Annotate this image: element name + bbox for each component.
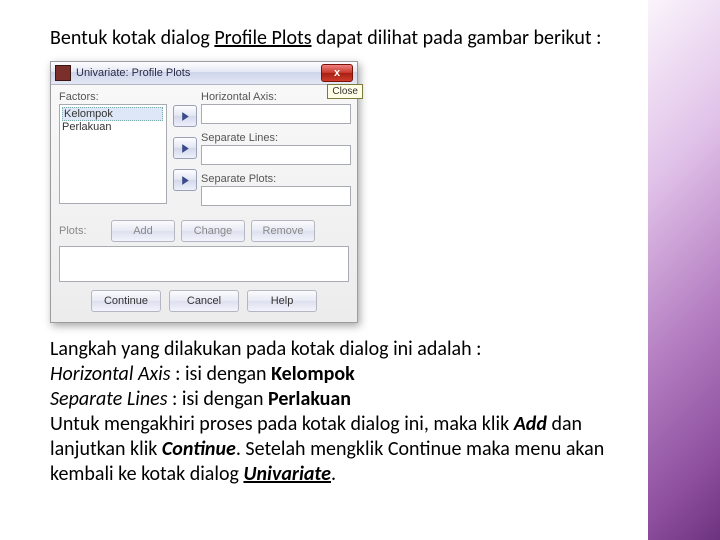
plots-listbox[interactable]	[59, 246, 349, 282]
line1: Langkah yang dilakukan pada kotak dialog…	[50, 337, 630, 362]
sl-text: : isi dengan	[167, 387, 268, 411]
add-button[interactable]: Add	[111, 220, 175, 242]
move-to-horizontal-button[interactable]	[173, 105, 197, 127]
dialog-body: Factors: Kelompok Perlakuan	[51, 85, 357, 322]
list-item[interactable]: Kelompok	[62, 107, 163, 121]
separate-plots-input[interactable]	[201, 186, 351, 206]
move-to-plots-button[interactable]	[173, 169, 197, 191]
intro-post: dapat dilihat pada gambar berikut :	[312, 26, 602, 50]
separate-lines-input[interactable]	[201, 145, 351, 165]
horizontal-axis-input[interactable]	[201, 104, 351, 124]
titlebar: Univariate: Profile Plots x Close	[51, 62, 357, 85]
sl-bold: Perlakuan	[268, 387, 351, 411]
continue-button[interactable]: Continue	[91, 290, 161, 312]
close-tooltip: Close	[327, 84, 363, 99]
dialog-window: Univariate: Profile Plots x Close Factor…	[50, 61, 358, 323]
instructions-text: Langkah yang dilakukan pada kotak dialog…	[50, 337, 630, 487]
dialog-title: Univariate: Profile Plots	[76, 67, 190, 79]
ha-bold: Kelompok	[271, 362, 355, 386]
intro-pre: Bentuk kotak dialog	[50, 26, 214, 50]
arrow-right-icon	[180, 143, 191, 154]
intro-underlined: Profile Plots	[214, 26, 311, 50]
move-to-lines-button[interactable]	[173, 137, 197, 159]
ha-text: : isi dengan	[171, 362, 272, 386]
list-item[interactable]: Perlakuan	[62, 121, 164, 133]
p2e: .	[331, 462, 336, 486]
univariate-word: Univariate	[243, 462, 331, 486]
separate-lines-label: Separate Lines:	[201, 132, 349, 144]
continue-word: Continue	[162, 437, 236, 461]
close-icon: x	[334, 68, 340, 79]
intro-text: Bentuk kotak dialog Profile Plots dapat …	[50, 26, 630, 51]
factors-listbox[interactable]: Kelompok Perlakuan	[59, 104, 167, 204]
close-button[interactable]: x	[321, 64, 353, 82]
p1a: Untuk mengakhiri proses pada kotak dialo…	[50, 412, 514, 436]
ha-label: Horizontal Axis	[50, 362, 171, 386]
plots-label: Plots:	[59, 225, 105, 237]
factors-label: Factors:	[59, 91, 167, 103]
sl-label: Separate Lines	[50, 387, 167, 411]
remove-button[interactable]: Remove	[251, 220, 315, 242]
side-gradient	[648, 0, 720, 540]
separate-plots-label: Separate Plots:	[201, 173, 349, 185]
help-button[interactable]: Help	[247, 290, 317, 312]
arrow-right-icon	[180, 175, 191, 186]
add-word: Add	[514, 412, 547, 436]
cancel-button[interactable]: Cancel	[169, 290, 239, 312]
arrow-right-icon	[180, 111, 191, 122]
app-icon	[55, 65, 71, 81]
slide-content: Bentuk kotak dialog Profile Plots dapat …	[50, 26, 630, 487]
change-button[interactable]: Change	[181, 220, 245, 242]
